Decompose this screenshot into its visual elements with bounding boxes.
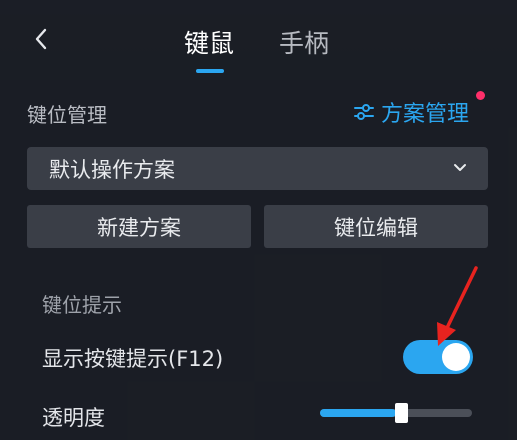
scheme-select-value: 默认操作方案 bbox=[49, 157, 175, 182]
tab-keyboard-mouse[interactable]: 键鼠 bbox=[184, 24, 234, 60]
tab-gamepad[interactable]: 手柄 bbox=[279, 24, 329, 60]
edit-keys-button[interactable]: 键位编辑 bbox=[264, 205, 488, 248]
notification-badge bbox=[476, 91, 485, 100]
new-scheme-button[interactable]: 新建方案 bbox=[27, 205, 251, 248]
show-hints-label: 显示按键提示(F12) bbox=[42, 347, 224, 371]
scheme-select[interactable]: 默认操作方案 bbox=[27, 147, 488, 190]
back-button[interactable] bbox=[30, 26, 52, 52]
settings-panel: 键鼠 手柄 键位管理 方案管理 默认操作方案 新建方案 键位编辑 键位提示 显示… bbox=[0, 0, 517, 440]
opacity-slider[interactable] bbox=[320, 403, 472, 423]
scheme-manage-link[interactable]: 方案管理 bbox=[353, 97, 469, 127]
chevron-left-icon bbox=[35, 28, 47, 50]
opacity-label: 透明度 bbox=[42, 406, 105, 430]
keymap-section-title: 键位管理 bbox=[27, 103, 107, 127]
hints-section-title: 键位提示 bbox=[42, 293, 122, 317]
sliders-icon bbox=[354, 104, 374, 120]
scheme-manage-label: 方案管理 bbox=[381, 102, 470, 127]
show-hints-toggle[interactable] bbox=[403, 340, 473, 374]
opacity-slider-fill bbox=[320, 409, 396, 417]
active-tab-indicator bbox=[196, 69, 224, 73]
opacity-slider-thumb[interactable] bbox=[395, 403, 408, 423]
toggle-knob bbox=[442, 343, 470, 371]
chevron-down-icon bbox=[454, 164, 466, 171]
